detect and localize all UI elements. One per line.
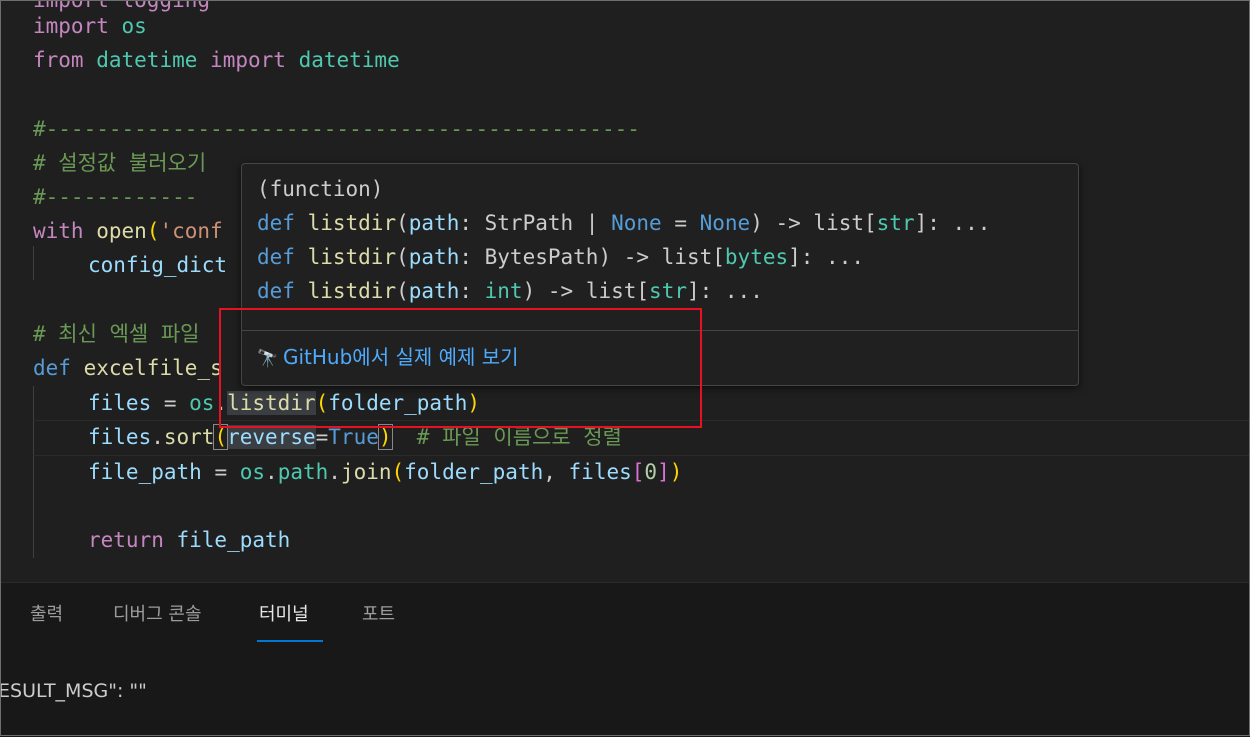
code-line-4: #---------------------------------------…: [33, 117, 640, 141]
hover-kind: (function): [257, 177, 384, 201]
code-line-10: # 최신 엑셀 파일: [33, 322, 200, 346]
indent-guide: [33, 246, 34, 280]
listdir-call[interactable]: listdir: [227, 391, 316, 415]
tab-ports[interactable]: 포트: [362, 601, 395, 629]
code-line-2: from datetime import datetime: [33, 48, 400, 72]
terminal-output-line: ESULT_MSG": "": [0, 680, 147, 702]
code-line-11: def excelfile_s: [33, 356, 223, 380]
github-link-label: GitHub에서 실제 예제 보기: [283, 345, 519, 369]
code-line-8: config_dict: [88, 253, 228, 277]
code-line-16: return file_path: [88, 528, 291, 552]
active-tab-indicator: [257, 640, 323, 642]
tab-terminal[interactable]: 터미널: [259, 601, 309, 629]
bottom-panel: 출력 디버그 콘솔 터미널 포트 ESULT_MSG": "": [0, 582, 1250, 737]
telescope-icon: 🔭: [257, 349, 279, 369]
code-line-6: #------------: [33, 185, 198, 209]
code-line-13: files.sort(reverse=True) # 파일 이름으로 정렬: [88, 424, 622, 450]
signature-line-2: def listdir(path: BytesPath) -> list[byt…: [257, 245, 864, 269]
code-line-7: with open('conf: [33, 219, 223, 243]
signature-line-1: def listdir(path: StrPath | None = None)…: [257, 211, 991, 235]
indent-guide: [33, 386, 34, 558]
hover-separator: [242, 330, 1078, 331]
code-line-5: # 설정값 불러오기: [33, 151, 207, 175]
tab-output[interactable]: 출력: [30, 601, 63, 629]
code-line-12: files = os.listdir(folder_path): [88, 391, 481, 415]
signature-line-3: def listdir(path: int) -> list[str]: ...: [257, 279, 763, 303]
code-line-14: file_path = os.path.join(folder_path, fi…: [88, 460, 683, 484]
hover-tooltip: (function) def listdir(path: StrPath | N…: [241, 163, 1079, 386]
tab-debug-console[interactable]: 디버그 콘솔: [113, 601, 202, 629]
code-line-1: import os: [33, 14, 147, 38]
github-examples-link[interactable]: 🔭 GitHub에서 실제 예제 보기: [257, 340, 519, 374]
